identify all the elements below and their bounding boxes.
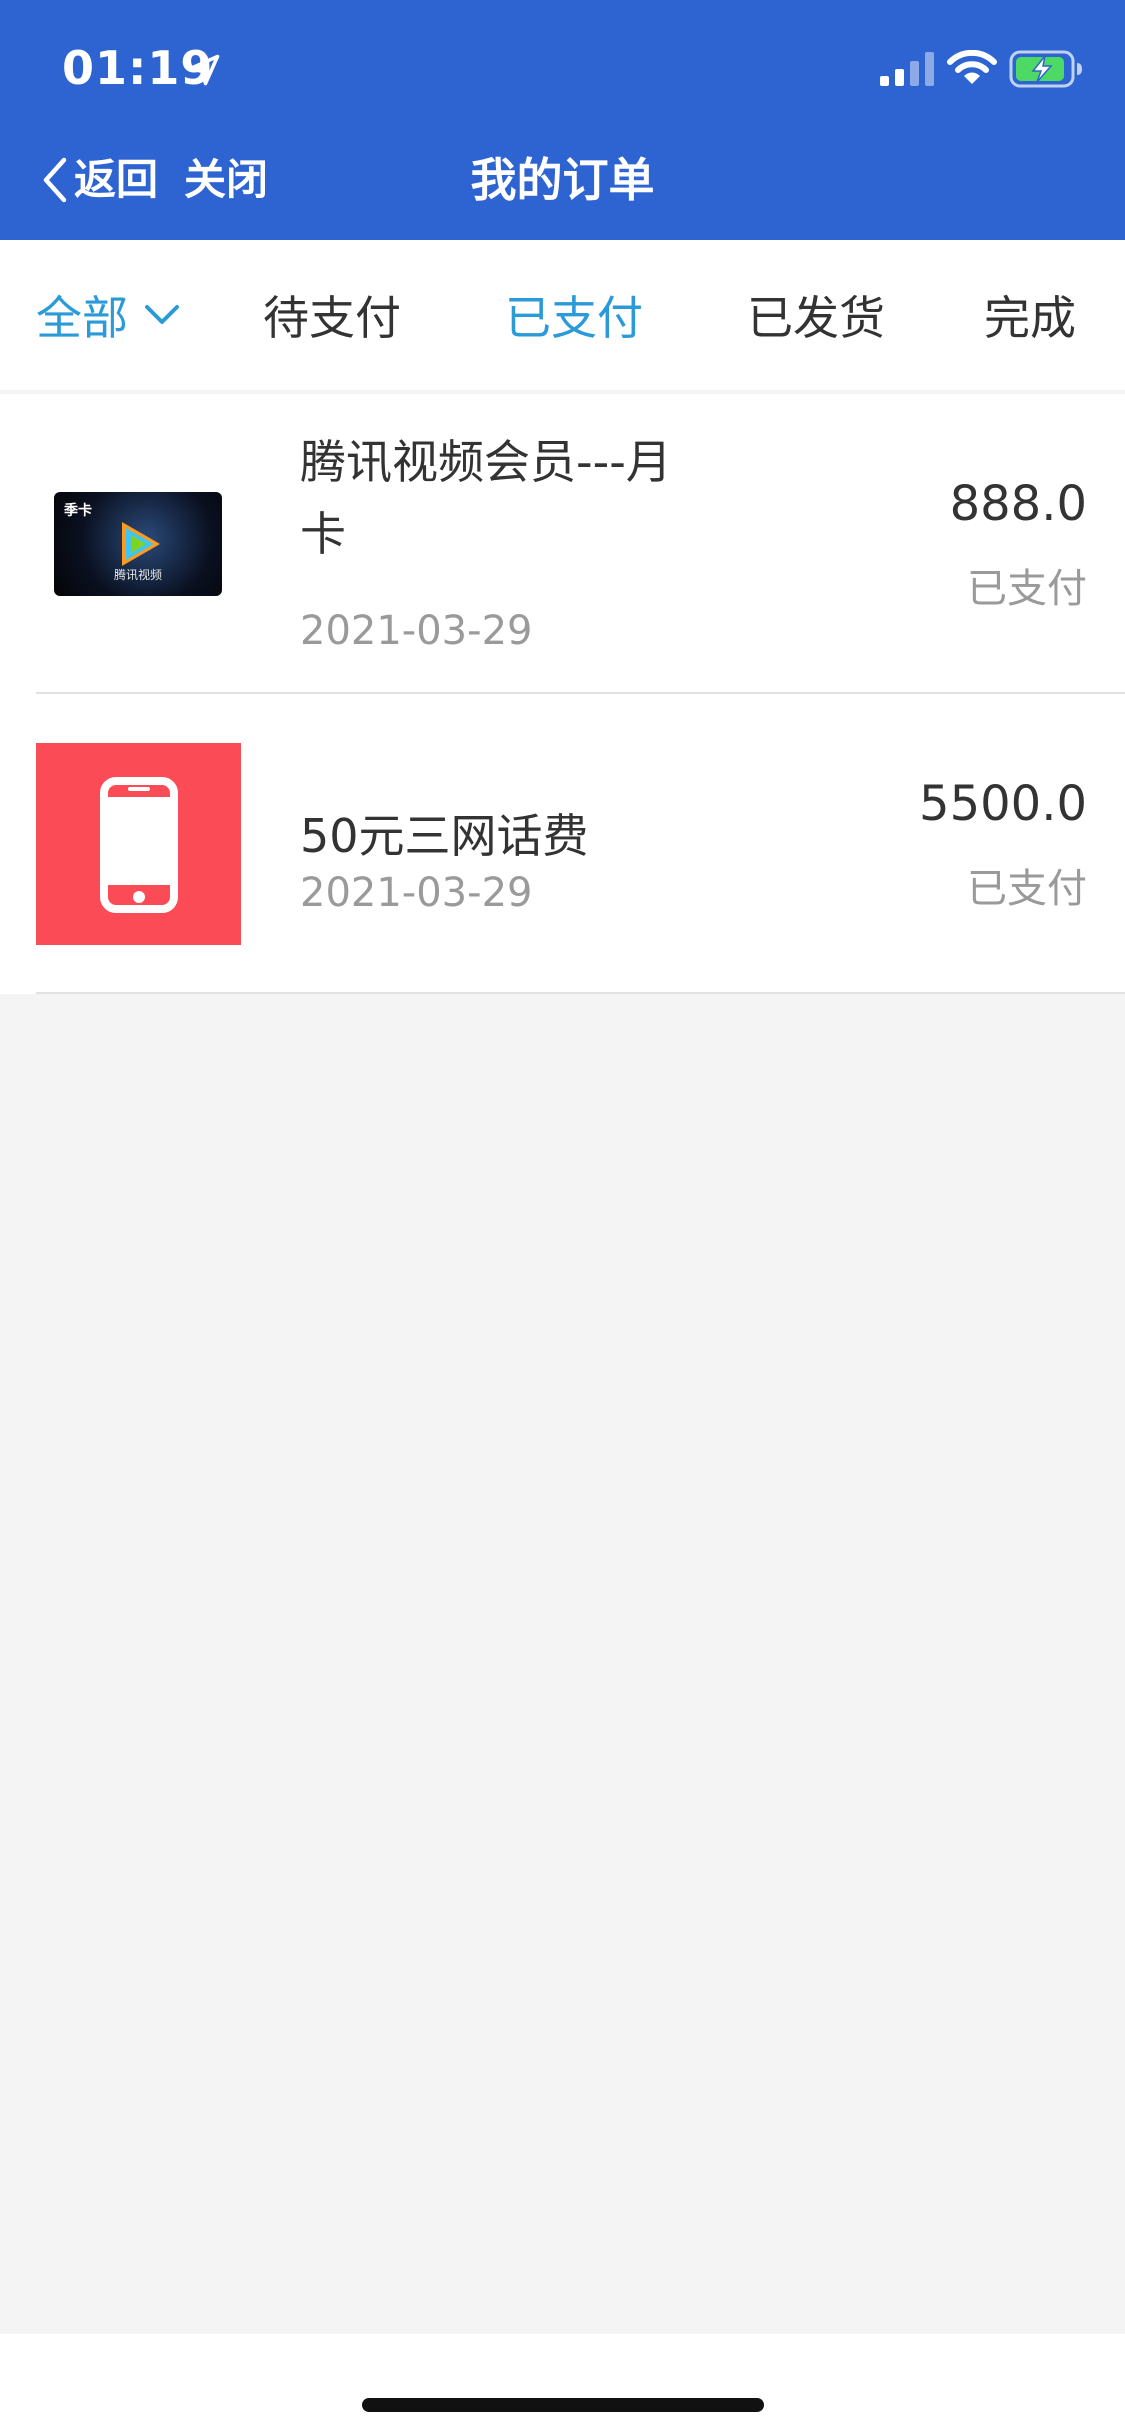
tab-completed[interactable]: 完成 bbox=[970, 240, 1090, 390]
mobile-phone-icon bbox=[100, 777, 178, 913]
order-item[interactable]: 50元三网话费 2021-03-29 5500.0 已支付 bbox=[0, 694, 1125, 994]
order-price: 888.0 bbox=[949, 476, 1087, 532]
wifi-icon bbox=[947, 50, 997, 84]
order-price: 5500.0 bbox=[919, 776, 1087, 832]
cellular-signal-icon bbox=[880, 52, 934, 86]
order-list: 季卡 腾讯视频 腾讯视频会员---月卡 2021-03-29 888.0 已支付… bbox=[0, 394, 1125, 994]
page-title: 我的订单 bbox=[470, 153, 655, 207]
order-thumbnail bbox=[36, 743, 241, 945]
order-name: 50元三网话费 bbox=[300, 809, 589, 863]
order-name: 腾讯视频会员---月卡 bbox=[300, 435, 672, 561]
home-indicator[interactable] bbox=[362, 2398, 764, 2412]
order-filter-tabs: 全部 待支付 已支付 已发货 完成 bbox=[0, 240, 1125, 390]
bottom-safe-area bbox=[0, 2334, 1125, 2436]
tab-pending-payment[interactable]: 待支付 bbox=[252, 240, 412, 390]
tab-all-label: 全部 bbox=[36, 291, 128, 345]
tencent-video-card-icon bbox=[122, 522, 160, 566]
order-item[interactable]: 季卡 腾讯视频 腾讯视频会员---月卡 2021-03-29 888.0 已支付 bbox=[0, 394, 1125, 694]
location-arrow-icon bbox=[188, 54, 220, 86]
battery-charging-icon bbox=[1009, 50, 1082, 88]
tab-paid[interactable]: 已支付 bbox=[494, 240, 654, 390]
chevron-down-icon bbox=[145, 305, 179, 324]
tab-shipped[interactable]: 已发货 bbox=[736, 240, 896, 390]
divider bbox=[36, 992, 1125, 994]
tab-all[interactable]: 全部 bbox=[36, 240, 186, 390]
order-date: 2021-03-29 bbox=[300, 608, 533, 654]
app-header: 01:19 返回 关闭 我的订单 bbox=[0, 0, 1125, 240]
order-status: 已支付 bbox=[967, 566, 1087, 612]
order-date: 2021-03-29 bbox=[300, 870, 533, 916]
order-thumbnail: 季卡 腾讯视频 bbox=[54, 492, 222, 596]
thumbnail-brand: 腾讯视频 bbox=[113, 568, 162, 582]
order-status: 已支付 bbox=[967, 866, 1087, 912]
thumbnail-tag: 季卡 bbox=[64, 503, 92, 519]
